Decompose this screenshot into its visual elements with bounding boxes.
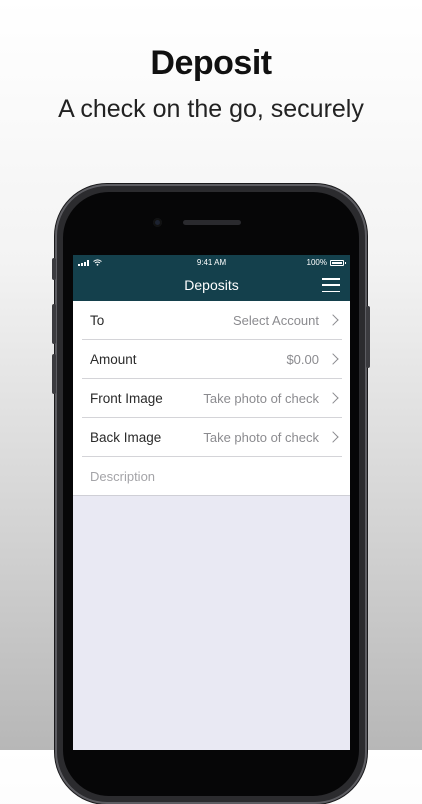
back-image-row[interactable]: Back Image Take photo of check bbox=[82, 418, 342, 457]
mute-switch bbox=[52, 258, 56, 280]
deposit-form: To Select Account Amount $0.00 Front Ima… bbox=[73, 301, 350, 496]
front-camera-icon bbox=[153, 218, 162, 227]
volume-down-button bbox=[52, 354, 56, 394]
back-image-label: Back Image bbox=[90, 429, 162, 445]
front-image-label: Front Image bbox=[90, 390, 163, 406]
nav-bar: Deposits bbox=[73, 271, 350, 301]
chevron-right-icon bbox=[327, 431, 339, 443]
chevron-right-icon bbox=[327, 392, 339, 404]
amount-label: Amount bbox=[90, 351, 137, 367]
description-input[interactable] bbox=[90, 468, 330, 484]
earpiece-speaker bbox=[183, 220, 241, 225]
front-image-value: Take photo of check bbox=[203, 390, 319, 406]
chevron-right-icon bbox=[327, 353, 339, 365]
to-label: To bbox=[90, 312, 105, 328]
front-image-row[interactable]: Front Image Take photo of check bbox=[82, 379, 342, 418]
amount-value: $0.00 bbox=[286, 351, 319, 367]
hamburger-menu-icon[interactable] bbox=[322, 278, 340, 292]
volume-up-button bbox=[52, 304, 56, 344]
to-value: Select Account bbox=[233, 312, 319, 328]
amount-row[interactable]: Amount $0.00 bbox=[82, 340, 342, 379]
back-image-value: Take photo of check bbox=[203, 429, 319, 445]
battery-icon bbox=[330, 259, 346, 266]
status-right: 100% bbox=[306, 258, 346, 267]
status-bar: 9:41 AM 100% bbox=[73, 255, 350, 271]
battery-percent: 100% bbox=[306, 258, 327, 267]
page-title: Deposits bbox=[184, 277, 239, 293]
power-button bbox=[366, 306, 370, 368]
promo-heading: Deposit bbox=[150, 44, 272, 82]
phone-screen: 9:41 AM 100% Deposits To Select Account … bbox=[73, 255, 350, 750]
to-account-row[interactable]: To Select Account bbox=[82, 301, 342, 340]
description-row bbox=[82, 457, 342, 495]
chevron-right-icon bbox=[327, 314, 339, 326]
promo-subheading: A check on the go, securely bbox=[58, 95, 364, 123]
